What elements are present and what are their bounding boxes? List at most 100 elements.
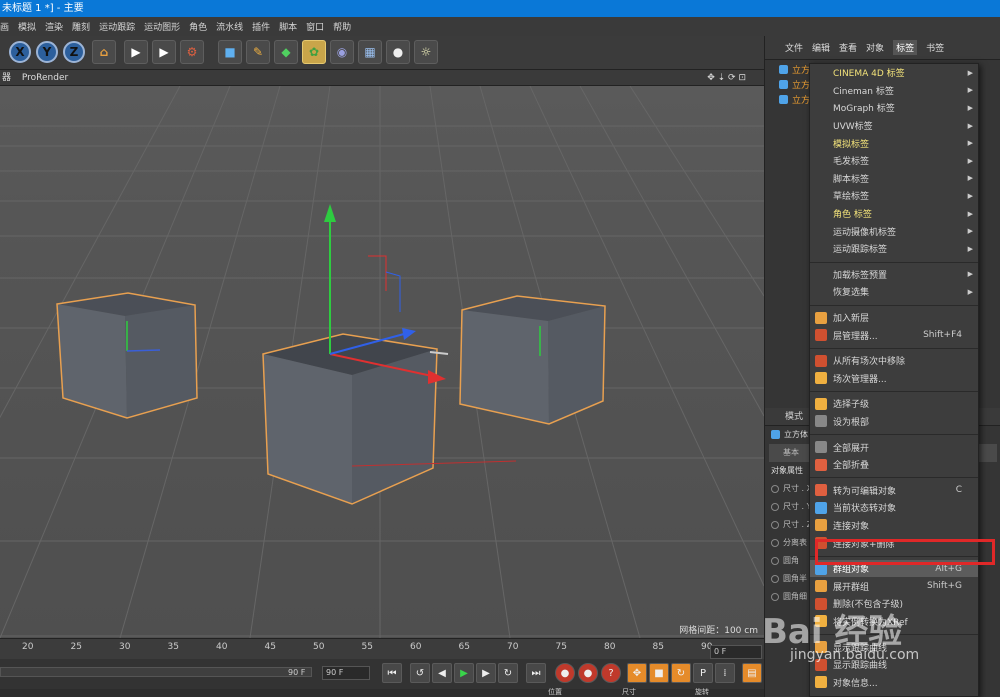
menu-item[interactable]: 帮助: [333, 20, 351, 33]
menu-item[interactable]: 流水线: [216, 20, 243, 33]
cube-left[interactable]: [56, 292, 198, 419]
context-menu-item[interactable]: 转为可编辑对象 C: [810, 481, 978, 499]
object-manager-menu-item[interactable]: 编辑: [812, 41, 830, 54]
record-parameter-icon[interactable]: P: [693, 663, 713, 683]
radio-icon[interactable]: [771, 592, 779, 601]
context-menu-item[interactable]: 运动摄像机标签 ▶: [810, 222, 978, 240]
deformer-icon[interactable]: ◉: [330, 40, 354, 64]
context-menu-item[interactable]: 设为根部: [810, 413, 978, 431]
scheme-icon[interactable]: ▤: [742, 663, 762, 683]
context-menu-item[interactable]: 运动跟踪标签 ▶: [810, 240, 978, 258]
go-to-end-icon[interactable]: ⏭: [526, 663, 546, 683]
context-menu-item[interactable]: MoGraph 标签 ▶: [810, 99, 978, 117]
timeline-tick-label: 45: [264, 642, 276, 652]
menu-item[interactable]: 运动图形: [144, 20, 180, 33]
object-manager-menu-item[interactable]: 书签: [926, 41, 944, 54]
radio-icon[interactable]: [771, 556, 779, 565]
context-menu-item[interactable]: 连接对象: [810, 517, 978, 535]
radio-icon[interactable]: [771, 484, 779, 493]
previous-key-icon[interactable]: ↺: [410, 663, 430, 683]
viewport-tab-left[interactable]: 器: [2, 73, 11, 83]
menu-item[interactable]: 插件: [252, 20, 270, 33]
context-menu-item[interactable]: 毛发标签 ▶: [810, 152, 978, 170]
record-rotation-icon[interactable]: ↻: [671, 663, 691, 683]
object-manager-menu-item[interactable]: 对象: [866, 41, 884, 54]
light-icon[interactable]: ☼: [414, 40, 438, 64]
menu-item[interactable]: 运动跟踪: [99, 20, 135, 33]
cloner-icon[interactable]: ✿: [302, 40, 326, 64]
record-active-objects-icon[interactable]: ●: [555, 663, 575, 683]
context-menu-item[interactable]: 角色 标签 ▶: [810, 205, 978, 223]
x-axis-lock-icon[interactable]: X: [9, 41, 31, 63]
context-menu-item[interactable]: 层管理器... Shift+F4: [810, 326, 978, 344]
pen-icon[interactable]: ✎: [246, 40, 270, 64]
menu-item[interactable]: 脚本: [279, 20, 297, 33]
previous-frame-icon[interactable]: ◀: [432, 663, 452, 683]
camera-icon[interactable]: ●: [386, 40, 410, 64]
context-menu-item[interactable]: 加载标签预置 ▶: [810, 266, 978, 284]
main-menubar: 画模拟 渲染 雕刻 运动跟踪 运动图形 角色 流水线 插件 脚本 窗口 帮助: [0, 17, 1000, 36]
context-menu-item[interactable]: 恢复选集 ▶: [810, 283, 978, 301]
menu-item[interactable]: 画: [0, 20, 9, 33]
context-menu-item[interactable]: 选择子级: [810, 395, 978, 413]
menu-item[interactable]: 渲染: [45, 20, 63, 33]
context-menu-item[interactable]: 脚本标签 ▶: [810, 170, 978, 188]
record-scale-icon[interactable]: ■: [649, 663, 669, 683]
object-manager-menu-item[interactable]: 标签: [893, 40, 918, 55]
subdivision-icon[interactable]: ◆: [274, 40, 298, 64]
menu-separator: [810, 473, 978, 479]
play-icon[interactable]: ▶: [454, 663, 474, 683]
frame-range-slider[interactable]: [0, 667, 312, 677]
attribute-label: 尺寸 . Y: [783, 502, 812, 511]
viewport-tab-prorender[interactable]: ProRender: [22, 73, 68, 83]
cube-right[interactable]: [459, 295, 606, 425]
menu-item[interactable]: 角色: [189, 20, 207, 33]
next-key-icon[interactable]: ↻: [498, 663, 518, 683]
context-menu-item[interactable]: 草绘标签 ▶: [810, 187, 978, 205]
timeline-ruler[interactable]: 20 25 30 35 40 45 50 55 60 65 70 75 80 85 90: [0, 638, 764, 659]
radio-icon[interactable]: [771, 574, 779, 583]
submenu-arrow-icon: ▶: [967, 227, 973, 236]
context-menu-item[interactable]: Cineman 标签 ▶: [810, 82, 978, 100]
next-frame-icon[interactable]: ▶: [476, 663, 496, 683]
object-manager-menu-item[interactable]: 文件: [785, 41, 803, 54]
context-menu-item[interactable]: 场次管理器...: [810, 370, 978, 388]
radio-icon[interactable]: [771, 502, 779, 511]
autokeying-icon[interactable]: ●: [578, 663, 598, 683]
context-menu-item[interactable]: 当前状态转对象: [810, 499, 978, 517]
object-manager-menu-item[interactable]: 查看: [839, 41, 857, 54]
context-menu-item[interactable]: 对象信息...: [810, 673, 978, 691]
context-menu-item[interactable]: 加入新层: [810, 309, 978, 327]
keyframe-selection-icon[interactable]: ?: [601, 663, 621, 683]
z-axis-lock-icon[interactable]: Z: [63, 41, 85, 63]
menu-item[interactable]: 模拟: [18, 20, 36, 33]
render-picture-viewer-icon[interactable]: ▶: [152, 40, 176, 64]
record-point-level-icon[interactable]: ⁞: [715, 663, 735, 683]
frame-end-field[interactable]: 90 F: [322, 666, 370, 680]
menu-item-label: 全部折叠: [833, 461, 870, 472]
context-menu-item[interactable]: CINEMA 4D 标签 ▶: [810, 64, 978, 82]
record-position-icon[interactable]: ✥: [627, 663, 647, 683]
radio-icon[interactable]: [771, 520, 779, 529]
go-to-start-icon[interactable]: ⏮: [382, 663, 402, 683]
context-menu-item[interactable]: 全部展开: [810, 438, 978, 456]
radio-icon[interactable]: [771, 538, 779, 547]
context-menu-item[interactable]: 从所有场次中移除: [810, 352, 978, 370]
render-settings-icon[interactable]: ⚙: [180, 40, 204, 64]
context-menu-item[interactable]: 全部折叠: [810, 456, 978, 474]
context-menu-item[interactable]: 展开群组 Shift+G: [810, 577, 978, 595]
3d-viewport[interactable]: 网格间距：100 cm: [0, 86, 764, 638]
menu-item[interactable]: 雕刻: [72, 20, 90, 33]
y-axis-lock-icon[interactable]: Y: [36, 41, 58, 63]
render-view-icon[interactable]: ▶: [124, 40, 148, 64]
floor-icon[interactable]: ▦: [358, 40, 382, 64]
context-menu-item[interactable]: 模拟标签 ▶: [810, 134, 978, 152]
current-frame-field[interactable]: 0 F: [710, 645, 762, 659]
menu-item[interactable]: 窗口: [306, 20, 324, 33]
context-menu-item[interactable]: UVW标签 ▶: [810, 117, 978, 135]
coordinate-system-icon[interactable]: ⌂: [92, 40, 116, 64]
baidu-watermark-logo: Bai 经验: [762, 612, 903, 652]
cube-icon[interactable]: ■: [218, 40, 242, 64]
timeline-tick-label: 20: [22, 642, 34, 652]
viewport-nav-icons[interactable]: ✥ ⇣ ⟳ ⊡: [707, 70, 746, 86]
